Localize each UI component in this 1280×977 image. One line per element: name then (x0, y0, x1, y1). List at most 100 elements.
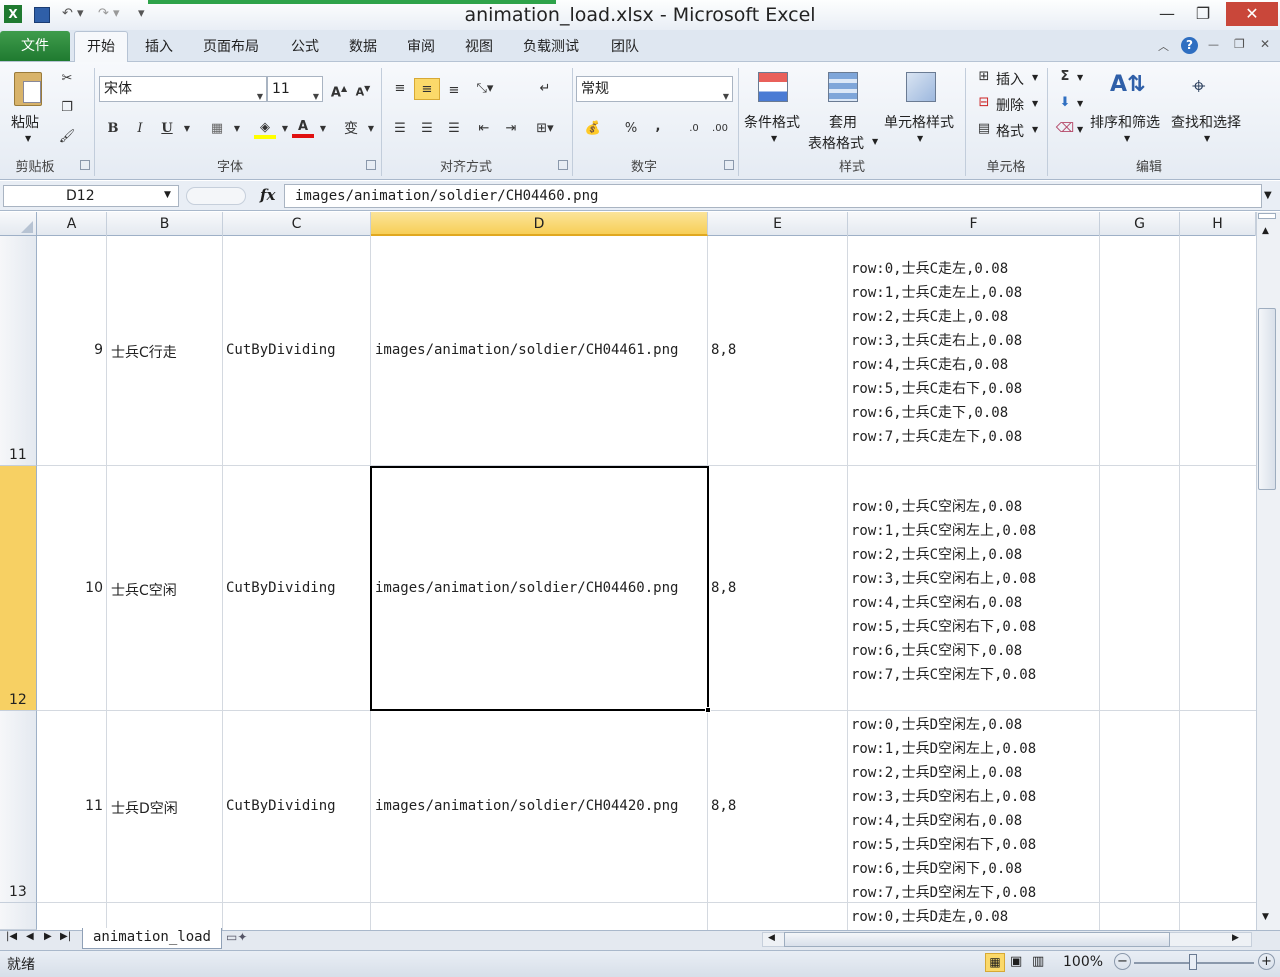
row-header-13[interactable]: 13 (0, 711, 37, 903)
cell-styles-dropdown-icon[interactable]: ▼ (917, 134, 923, 143)
copy-icon[interactable]: ❐ (56, 97, 78, 119)
tab-page-layout[interactable]: 页面布局 (203, 35, 259, 59)
conditional-format-icon[interactable] (758, 72, 788, 102)
scroll-right-icon[interactable]: ▶ (1232, 933, 1239, 943)
autosum-dropdown-icon[interactable]: ▼ (1077, 73, 1083, 82)
font-size-combo[interactable]: 11 ▼ (267, 76, 323, 102)
cell-f13-line[interactable]: row:3,士兵D空闲右上,0.08 (851, 786, 1036, 806)
help-icon[interactable]: ? (1181, 37, 1198, 54)
split-box[interactable] (1258, 213, 1276, 219)
comma-style-button[interactable]: , (647, 116, 669, 138)
font-color-dropdown-icon[interactable]: ▼ (312, 118, 334, 140)
column-header-a[interactable]: A (37, 212, 107, 236)
cell-b13[interactable]: 士兵D空闲 (111, 798, 178, 818)
fill-handle[interactable] (705, 707, 711, 713)
italic-button[interactable]: I (129, 118, 151, 140)
column-header-e[interactable]: E (708, 212, 848, 236)
format-table-icon[interactable] (828, 72, 858, 102)
tab-home[interactable]: 开始 (74, 31, 128, 63)
insert-cells-button[interactable]: 插入 (996, 69, 1024, 89)
merge-center-icon[interactable]: ⊞▾ (534, 118, 556, 140)
tab-view[interactable]: 视图 (465, 35, 493, 59)
border-dropdown-icon[interactable]: ▼ (226, 118, 248, 140)
cell-f12-line[interactable]: row:0,士兵C空闲左,0.08 (851, 496, 1022, 516)
cell-f14-line[interactable]: row:0,士兵D走左,0.08 (851, 906, 1008, 926)
grow-font-icon[interactable]: A▲ (328, 78, 350, 100)
insert-sheet-icon[interactable]: ▭✦ (226, 930, 254, 948)
formula-bar-expander[interactable] (186, 187, 246, 205)
column-header-b[interactable]: B (107, 212, 223, 236)
cell-f13-line[interactable]: row:6,士兵D空闲下,0.08 (851, 858, 1022, 878)
phonetic-icon[interactable]: 变 (340, 118, 362, 140)
cell-d13[interactable]: images/animation/soldier/CH04420.png (375, 798, 678, 814)
chevron-down-icon[interactable]: ▼ (313, 85, 319, 109)
row-header-11[interactable]: 11 (0, 236, 37, 466)
close-icon[interactable]: ✕ (1226, 2, 1278, 26)
delete-cells-icon[interactable]: ⊟ (973, 92, 995, 114)
restore-icon[interactable]: ❐ (1182, 2, 1224, 26)
workbook-restore-icon[interactable]: ❐ (1234, 37, 1245, 51)
cell-f12-line[interactable]: row:6,士兵C空闲下,0.08 (851, 640, 1022, 660)
underline-dropdown-icon[interactable]: ▼ (176, 118, 198, 140)
column-header-h[interactable]: H (1180, 212, 1256, 236)
cell-f12-line[interactable]: row:7,士兵C空闲左下,0.08 (851, 664, 1036, 684)
cell-f12-line[interactable]: row:5,士兵C空闲右下,0.08 (851, 616, 1036, 636)
border-icon[interactable]: ▦ (206, 118, 228, 140)
vertical-scroll-thumb[interactable] (1258, 308, 1276, 490)
format-dropdown-icon[interactable]: ▼ (1032, 125, 1038, 134)
cell-f13-line[interactable]: row:0,士兵D空闲左,0.08 (851, 714, 1022, 734)
paste-dropdown-icon[interactable]: ▼ (25, 134, 31, 143)
cell-f11-line[interactable]: row:5,士兵C走右下,0.08 (851, 378, 1022, 398)
format-cells-button[interactable]: 格式 (996, 121, 1024, 141)
align-top-icon[interactable]: ≡ (389, 78, 411, 100)
cell-f11-line[interactable]: row:0,士兵C走左,0.08 (851, 258, 1008, 278)
cell-f13-line[interactable]: row:2,士兵D空闲上,0.08 (851, 762, 1022, 782)
cell-f12-line[interactable]: row:2,士兵C空闲上,0.08 (851, 544, 1022, 564)
paste-icon[interactable] (14, 72, 42, 106)
horizontal-scroll-thumb[interactable] (784, 932, 1170, 947)
name-box[interactable]: D12 (3, 185, 179, 207)
cell-a13[interactable]: 11 (40, 798, 103, 814)
scroll-up-icon[interactable]: ▲ (1262, 226, 1269, 236)
zoom-slider-thumb[interactable] (1189, 954, 1197, 970)
cell-e13[interactable]: 8,8 (711, 798, 736, 814)
column-header-c[interactable]: C (223, 212, 371, 236)
fill-down-icon[interactable]: ⬇ (1054, 92, 1076, 114)
clear-icon[interactable]: ⌫ (1054, 118, 1076, 140)
cell-f11-line[interactable]: row:2,士兵C走上,0.08 (851, 306, 1008, 326)
cell-f13-line[interactable]: row:5,士兵D空闲右下,0.08 (851, 834, 1036, 854)
format-table-dropdown-icon[interactable]: ▼ (872, 137, 878, 146)
number-format-combo[interactable]: 常规 ▼ (576, 76, 733, 102)
fill-color-icon[interactable]: ◈ (254, 117, 276, 139)
select-all-button[interactable] (0, 212, 37, 236)
insert-cells-icon[interactable]: ⊞ (973, 66, 995, 88)
next-sheet-icon[interactable]: ▶ (44, 931, 52, 942)
insert-function-icon[interactable]: fx (260, 186, 275, 204)
cell-f11-line[interactable]: row:3,士兵C走右上,0.08 (851, 330, 1022, 350)
orientation-icon[interactable]: ⤡▾ (474, 78, 496, 100)
decrease-indent-icon[interactable]: ⇤ (473, 118, 495, 140)
format-painter-icon[interactable]: 🖌 (56, 126, 78, 148)
phonetic-dropdown-icon[interactable]: ▼ (360, 118, 382, 140)
delete-cells-button[interactable]: 删除 (996, 95, 1024, 115)
chevron-down-icon[interactable]: ▼ (723, 85, 729, 109)
zoom-level[interactable]: 100% (1063, 954, 1103, 970)
accounting-format-icon[interactable]: 💰 (582, 118, 604, 140)
page-break-view-icon[interactable]: ▥ (1032, 954, 1044, 969)
first-sheet-icon[interactable]: |◀ (6, 931, 17, 942)
last-sheet-icon[interactable]: ▶| (60, 931, 71, 942)
alignment-launcher-icon[interactable] (558, 160, 568, 170)
sort-filter-icon[interactable]: A⇅ (1110, 72, 1145, 97)
font-name-combo[interactable]: 宋体 ▼ (99, 76, 267, 102)
paste-button[interactable]: 粘贴 (11, 112, 39, 132)
find-select-button[interactable]: 查找和选择 (1171, 112, 1241, 132)
cell-e11[interactable]: 8,8 (711, 342, 736, 358)
cell-f13-line[interactable]: row:1,士兵D空闲左上,0.08 (851, 738, 1036, 758)
tab-formulas[interactable]: 公式 (291, 35, 319, 59)
workbook-minimize-icon[interactable]: — (1208, 38, 1219, 51)
sheet-tab-animation-load[interactable]: animation_load (82, 928, 222, 949)
scroll-left-icon[interactable]: ◀ (768, 933, 775, 943)
row-header-14[interactable] (0, 903, 37, 930)
prev-sheet-icon[interactable]: ◀ (26, 931, 34, 942)
shrink-font-icon[interactable]: A▼ (352, 78, 374, 100)
